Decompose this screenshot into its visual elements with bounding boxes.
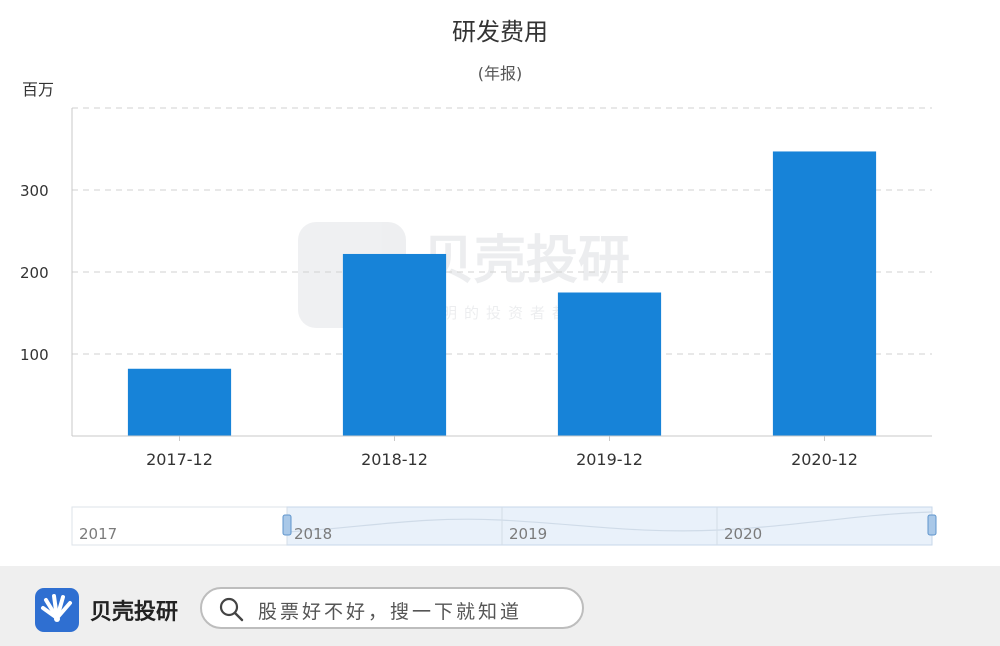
range-slider-label: 2020 xyxy=(724,525,762,543)
brand-logo-icon[interactable] xyxy=(35,588,79,632)
x-tick-label: 2019-12 xyxy=(576,450,643,469)
range-slider-label: 2018 xyxy=(294,525,332,543)
range-slider-label: 2019 xyxy=(509,525,547,543)
range-slider-handle-end[interactable] xyxy=(927,514,937,536)
search-input[interactable]: 股票好不好，搜一下就知道 xyxy=(200,587,584,629)
watermark-brand: 贝壳投研 xyxy=(422,231,630,291)
bar-2020-12 xyxy=(772,151,877,436)
bar-chart: 贝壳投研 聪明的投资者都在这里 1002003002017-12 2018-12 2… xyxy=(20,107,937,546)
bar-2018-12 xyxy=(342,253,447,436)
brand-name[interactable]: 贝壳投研 xyxy=(90,594,178,626)
x-tick-label: 2018-12 xyxy=(361,450,428,469)
range-slider-selection[interactable] xyxy=(286,506,933,546)
range-slider-label: 2017 xyxy=(79,525,117,543)
x-tick-label: 2017-12 xyxy=(146,450,213,469)
y-tick-label: 200 xyxy=(20,264,49,282)
search-placeholder: 股票好不好，搜一下就知道 xyxy=(258,601,523,623)
search-icon xyxy=(219,597,244,622)
y-tick-label: 300 xyxy=(20,182,49,200)
y-tick-label: 100 xyxy=(20,346,49,364)
bar-2017-12 xyxy=(127,368,232,436)
footer-bar: 贝壳投研 股票好不好，搜一下就知道 xyxy=(0,566,1000,646)
bar-2019-12 xyxy=(557,292,662,436)
x-tick-label: 2020-12 xyxy=(791,450,858,469)
range-slider-handle-start[interactable] xyxy=(282,514,292,536)
